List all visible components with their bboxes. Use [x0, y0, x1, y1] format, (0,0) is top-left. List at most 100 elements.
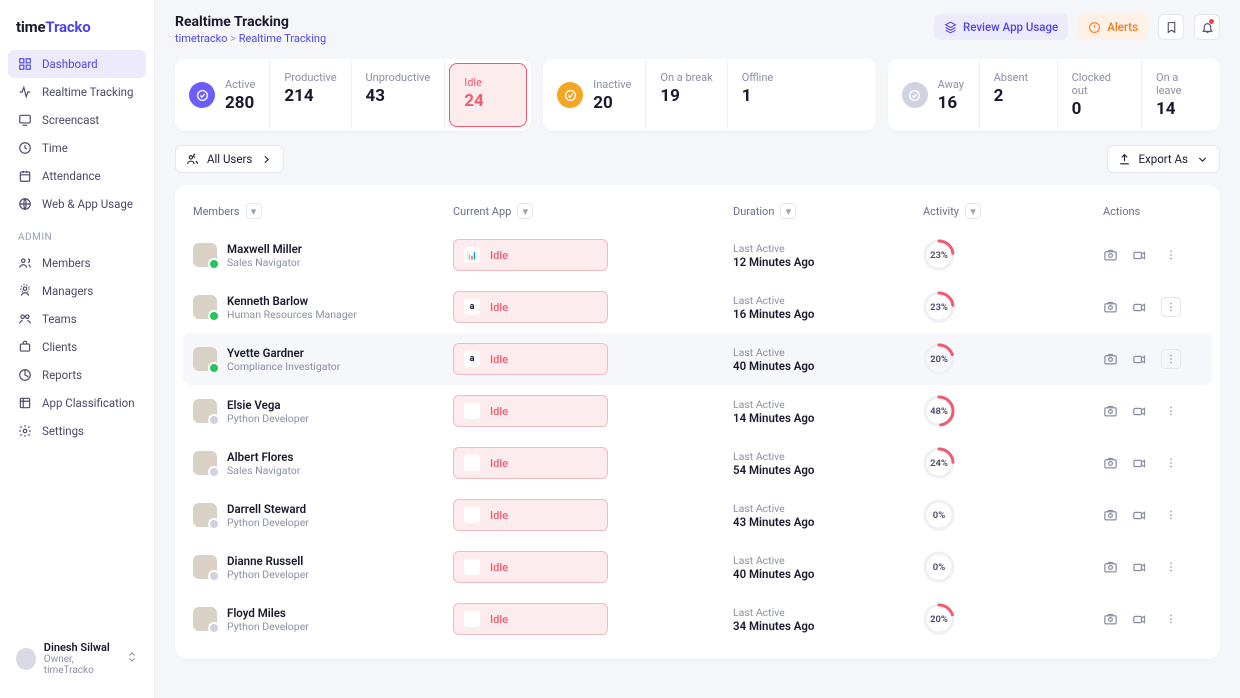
stat-unproductive[interactable]: Unproductive43 [352, 59, 446, 131]
row-menu-button[interactable] [1161, 505, 1181, 525]
screenshot-icon[interactable] [1103, 352, 1118, 367]
logo: timeTracko [8, 14, 146, 50]
stat-away[interactable]: Away16 [888, 59, 980, 131]
current-app-chip[interactable]: aIdle [453, 343, 608, 375]
video-icon[interactable] [1132, 352, 1147, 367]
member-role: Sales Navigator [227, 464, 300, 477]
stat-on-a-break[interactable]: On a break19 [646, 59, 727, 131]
current-app-chip[interactable]: Idle [453, 499, 608, 531]
stat-group-active: Active280Productive214Unproductive43Idle… [175, 59, 531, 131]
nav-item-settings[interactable]: Settings [8, 417, 146, 445]
screenshot-icon[interactable] [1103, 248, 1118, 263]
current-app-chip[interactable]: Idle [453, 551, 608, 583]
current-app-chip[interactable]: Idle [453, 447, 608, 479]
filter-row: All Users Export As [175, 145, 1220, 173]
table-row[interactable]: Floyd MilesPython DeveloperIdleLast Acti… [193, 593, 1202, 645]
screenshot-icon[interactable] [1103, 612, 1118, 627]
review-app-usage-button[interactable]: Review App Usage [934, 14, 1068, 40]
video-icon[interactable] [1132, 248, 1147, 263]
nav-icon [18, 113, 32, 127]
breadcrumb[interactable]: timetracko > Realtime Tracking [175, 32, 326, 45]
stat-icon [557, 82, 583, 108]
duration-value: 40 Minutes Ago [733, 567, 923, 581]
row-menu-button[interactable] [1161, 401, 1181, 421]
stat-clocked-out[interactable]: Clocked out0 [1058, 59, 1142, 131]
row-menu-button[interactable] [1161, 245, 1181, 265]
table-row[interactable]: Kenneth BarlowHuman Resources ManageraId… [193, 281, 1202, 333]
sidebar-footer[interactable]: Dinesh Silwal Owner, timeTracko [8, 633, 146, 684]
nav-item-screencast[interactable]: Screencast [8, 106, 146, 134]
screenshot-icon[interactable] [1103, 300, 1118, 315]
row-menu-button[interactable] [1161, 557, 1181, 577]
member-name: Darrell Steward [227, 502, 309, 516]
table-row[interactable]: Maxwell MillerSales Navigator📊IdleLast A… [193, 229, 1202, 281]
video-icon[interactable] [1132, 612, 1147, 627]
sort-activity[interactable]: ▾ [965, 203, 981, 219]
nav-item-members[interactable]: Members [8, 249, 146, 277]
table-row[interactable]: Darrell StewardPython DeveloperIdleLast … [193, 489, 1202, 541]
row-menu-button[interactable] [1161, 349, 1181, 369]
stat-on-a-leave[interactable]: On a leave14 [1142, 59, 1220, 131]
screenshot-icon[interactable] [1103, 508, 1118, 523]
screenshot-icon[interactable] [1103, 404, 1118, 419]
notifications-button[interactable] [1194, 14, 1220, 40]
stat-productive[interactable]: Productive214 [270, 59, 351, 131]
chevron-right-icon [260, 153, 273, 166]
current-app-chip[interactable]: aIdle [453, 291, 608, 323]
nav-item-managers[interactable]: Managers [8, 277, 146, 305]
row-menu-button[interactable] [1161, 297, 1181, 317]
member-avatar [193, 451, 217, 475]
video-icon[interactable] [1132, 404, 1147, 419]
nav-item-realtime-tracking[interactable]: Realtime Tracking [8, 78, 146, 106]
alerts-button[interactable]: Alerts [1078, 14, 1148, 40]
current-app-chip[interactable]: Idle [453, 603, 608, 635]
nav-icon [18, 396, 32, 410]
nav-item-app-classification[interactable]: App Classification [8, 389, 146, 417]
nav-item-clients[interactable]: Clients [8, 333, 146, 361]
member-role: Python Developer [227, 620, 309, 633]
current-app-chip[interactable]: 📊Idle [453, 239, 608, 271]
video-icon[interactable] [1132, 300, 1147, 315]
sort-app[interactable]: ▾ [517, 203, 533, 219]
bookmark-button[interactable] [1158, 14, 1184, 40]
screenshot-icon[interactable] [1103, 456, 1118, 471]
screenshot-icon[interactable] [1103, 560, 1118, 575]
row-menu-button[interactable] [1161, 609, 1181, 629]
nav-item-web-app-usage[interactable]: Web & App Usage [8, 190, 146, 218]
nav-item-reports[interactable]: Reports [8, 361, 146, 389]
row-menu-button[interactable] [1161, 453, 1181, 473]
members-table: Members▾ Current App▾ Duration▾ Activity… [175, 185, 1220, 659]
video-icon[interactable] [1132, 456, 1147, 471]
stat-offline[interactable]: Offline1 [728, 59, 806, 131]
stat-idle[interactable]: Idle24 [449, 63, 527, 127]
export-as-button[interactable]: Export As [1107, 145, 1221, 173]
nav-icon [18, 169, 32, 183]
sidebar: timeTracko DashboardRealtime TrackingScr… [0, 0, 155, 698]
video-icon[interactable] [1132, 560, 1147, 575]
topbar: Realtime Tracking timetracko > Realtime … [175, 14, 1220, 45]
sort-duration[interactable]: ▾ [780, 203, 796, 219]
member-role: Compliance Investigator [227, 360, 340, 373]
member-avatar [193, 555, 217, 579]
stat-active[interactable]: Active280 [175, 59, 270, 131]
member-name: Yvette Gardner [227, 346, 340, 360]
sort-members[interactable]: ▾ [246, 203, 262, 219]
stat-absent[interactable]: Absent2 [980, 59, 1058, 131]
all-users-filter[interactable]: All Users [175, 145, 284, 173]
video-icon[interactable] [1132, 508, 1147, 523]
upload-icon [1118, 153, 1131, 166]
nav-item-time[interactable]: Time [8, 134, 146, 162]
table-row[interactable]: Elsie VegaPython DeveloperIdleLast Activ… [193, 385, 1202, 437]
nav-item-attendance[interactable]: Attendance [8, 162, 146, 190]
member-name: Dianne Russell [227, 554, 309, 568]
table-row[interactable]: Albert FloresSales NavigatorIdleLast Act… [193, 437, 1202, 489]
duration-value: 54 Minutes Ago [733, 463, 923, 477]
duration-value: 12 Minutes Ago [733, 255, 923, 269]
table-row[interactable]: Yvette GardnerCompliance Investigator aId… [183, 333, 1212, 385]
nav-item-dashboard[interactable]: Dashboard [8, 50, 146, 78]
nav-item-teams[interactable]: Teams [8, 305, 146, 333]
table-row[interactable]: Dianne RussellPython DeveloperIdleLast A… [193, 541, 1202, 593]
stat-inactive[interactable]: Inactive20 [543, 59, 646, 131]
member-avatar [193, 243, 217, 267]
current-app-chip[interactable]: Idle [453, 395, 608, 427]
